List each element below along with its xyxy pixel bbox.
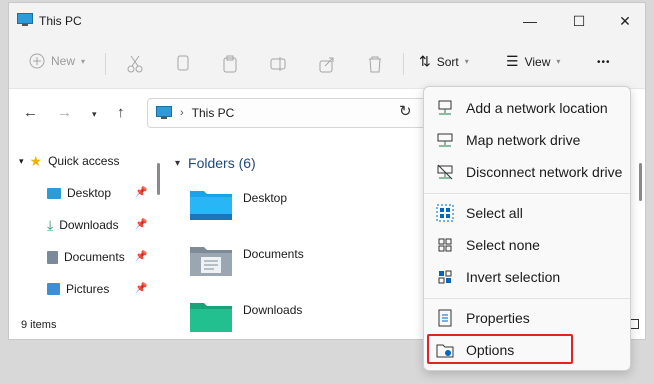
- folders-group-title: Folders (6): [188, 155, 256, 171]
- breadcrumb-this-pc[interactable]: This PC: [192, 106, 235, 120]
- sidebar-item-downloads[interactable]: ⤓ Downloads: [47, 213, 119, 237]
- close-button[interactable]: ✕: [612, 9, 638, 33]
- rename-icon[interactable]: [270, 55, 286, 73]
- menu-item-label: Invert selection: [466, 269, 561, 285]
- maximize-button[interactable]: ☐: [566, 9, 592, 33]
- new-button[interactable]: New ▾: [29, 53, 85, 69]
- navigation-pane: ▾ ★ Quick access Desktop 📌 ⤓ Downloads 📌…: [9, 143, 161, 313]
- picture-icon: [47, 283, 60, 295]
- back-arrow-icon[interactable]: ←: [23, 104, 38, 121]
- title-bar: This PC — ☐ ✕: [9, 3, 645, 39]
- desktop-folder-icon: [190, 191, 232, 220]
- network-location-icon: [436, 99, 454, 117]
- plus-circle-icon: [29, 53, 45, 69]
- pin-icon: 📌: [135, 251, 148, 262]
- monitor-icon: [156, 106, 172, 119]
- star-icon: ★: [29, 152, 43, 169]
- content-scrollbar[interactable]: [639, 163, 642, 201]
- folder-item-documents[interactable]: Documents: [189, 243, 304, 277]
- menu-divider: [424, 298, 630, 299]
- sidebar-item-label: Quick access: [48, 154, 120, 168]
- pin-icon: 📌: [135, 283, 148, 294]
- document-icon: [47, 250, 58, 264]
- folder-name: Documents: [243, 247, 304, 261]
- pin-icon: 📌: [135, 219, 148, 230]
- desktop-icon: [47, 187, 61, 199]
- sidebar-item-label: Desktop: [67, 186, 112, 200]
- content-pane: ▾ Folders (6) Desktop Documents Download…: [173, 143, 433, 332]
- toolbar-divider: [403, 53, 404, 75]
- invert-selection-icon: [436, 268, 454, 286]
- item-count: 9 items: [21, 319, 57, 331]
- folder-name: Desktop: [243, 191, 288, 205]
- sort-button[interactable]: ⇅ Sort ▾: [419, 53, 469, 70]
- view-icon: ☰: [506, 53, 519, 69]
- delete-icon[interactable]: [367, 55, 383, 73]
- select-all-icon: [436, 204, 454, 222]
- folders-group-header[interactable]: ▾ Folders (6): [175, 155, 256, 171]
- menu-item-properties[interactable]: Properties: [430, 304, 626, 332]
- pin-icon: 📌: [135, 187, 148, 198]
- chevron-down-icon: ▾: [19, 155, 24, 166]
- breadcrumb-separator-icon: ›: [180, 107, 184, 119]
- monitor-icon: [17, 13, 33, 26]
- menu-item-label: Select none: [466, 237, 540, 253]
- folder-item-desktop[interactable]: Desktop: [189, 187, 287, 221]
- menu-item-label: Map network drive: [466, 132, 581, 148]
- minimize-button[interactable]: —: [517, 9, 543, 33]
- menu-item-label: Select all: [466, 205, 523, 221]
- download-icon: ⤓: [47, 216, 54, 233]
- menu-item-select-all[interactable]: Select all: [430, 199, 626, 227]
- menu-item-map-network-drive[interactable]: Map network drive: [430, 126, 626, 154]
- view-label: View: [524, 54, 551, 69]
- sidebar-item-documents[interactable]: Documents: [47, 245, 125, 269]
- menu-item-add-network-location[interactable]: Add a network location: [430, 94, 626, 122]
- sidebar-scrollbar[interactable]: [157, 163, 160, 195]
- sidebar-item-desktop[interactable]: Desktop: [47, 181, 111, 205]
- copy-icon[interactable]: [175, 55, 191, 73]
- options-highlight-box: [427, 334, 573, 364]
- up-arrow-icon[interactable]: ↑: [117, 104, 125, 121]
- chevron-down-icon: ▾: [175, 157, 181, 169]
- sidebar-item-label: Pictures: [66, 282, 110, 296]
- sort-label: Sort: [436, 54, 459, 69]
- command-bar: New ▾ ⇅ Sort ▾ ☰ View ▾ •••: [9, 39, 645, 89]
- chevron-down-icon: ▾: [464, 57, 469, 66]
- recent-locations-chevron-icon[interactable]: ▾: [92, 109, 97, 120]
- see-more-menu: Add a network location Map network drive…: [423, 86, 631, 371]
- sidebar-item-label: Documents: [64, 250, 125, 264]
- menu-item-disconnect-network-drive[interactable]: Disconnect network drive: [430, 158, 626, 186]
- chevron-down-icon: ▾: [81, 56, 86, 66]
- window-title: This PC: [39, 14, 82, 28]
- sidebar-item-label: Downloads: [59, 218, 119, 232]
- map-drive-icon: [436, 131, 454, 149]
- refresh-icon[interactable]: ↻: [399, 102, 412, 120]
- menu-item-label: Disconnect network drive: [466, 164, 623, 180]
- new-label: New: [51, 54, 76, 68]
- documents-folder-icon: [190, 247, 232, 276]
- menu-item-label: Properties: [466, 310, 530, 326]
- sort-icon: ⇅: [419, 53, 431, 69]
- view-button[interactable]: ☰ View ▾: [506, 53, 560, 70]
- menu-item-invert-selection[interactable]: Invert selection: [430, 263, 626, 291]
- share-icon[interactable]: [319, 55, 335, 73]
- toolbar-divider: [105, 53, 106, 75]
- sidebar-item-quick-access[interactable]: ▾ ★ Quick access: [19, 149, 119, 173]
- forward-arrow-icon[interactable]: →: [57, 104, 72, 121]
- menu-item-label: Add a network location: [466, 100, 608, 116]
- chevron-down-icon: ▾: [556, 57, 561, 66]
- select-none-icon: [436, 236, 454, 254]
- disconnect-drive-icon: [436, 163, 454, 181]
- sidebar-item-pictures[interactable]: Pictures: [47, 277, 109, 301]
- cut-icon[interactable]: [127, 55, 143, 73]
- see-more-button[interactable]: •••: [597, 57, 611, 68]
- properties-icon: [436, 309, 454, 327]
- menu-item-select-none[interactable]: Select none: [430, 231, 626, 259]
- menu-divider: [424, 193, 630, 194]
- paste-icon[interactable]: [222, 55, 238, 73]
